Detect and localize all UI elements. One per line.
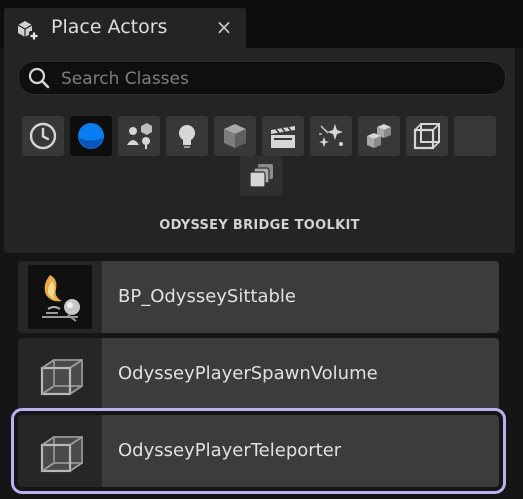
item-thumbnail bbox=[18, 415, 102, 487]
category-geometry[interactable] bbox=[358, 116, 400, 156]
wire-cube-icon bbox=[40, 359, 83, 396]
list-item[interactable]: OdysseyPlayerTeleporter bbox=[11, 408, 506, 494]
blue-sphere-icon bbox=[78, 123, 104, 149]
basic-shapes-icon bbox=[127, 123, 152, 149]
sittable-thumbnail-icon bbox=[28, 265, 92, 329]
close-icon[interactable]: × bbox=[211, 14, 237, 40]
place-actors-icon bbox=[17, 21, 39, 41]
place-actors-panel: ODYSSEY BRIDGE TOOLKIT bbox=[4, 48, 515, 253]
tab-bar: Place Actors × bbox=[0, 0, 523, 48]
clapperboard-icon bbox=[271, 126, 295, 148]
wire-cube-icon bbox=[413, 123, 440, 150]
category-recently-placed[interactable] bbox=[22, 116, 64, 156]
tab-place-actors[interactable]: Place Actors × bbox=[4, 8, 246, 48]
item-thumbnail bbox=[18, 338, 102, 410]
category-volumes[interactable] bbox=[406, 116, 448, 156]
tab-title: Place Actors bbox=[51, 16, 168, 38]
cube-icon bbox=[224, 124, 246, 148]
category-shapes[interactable] bbox=[214, 116, 256, 156]
list-item[interactable]: BP_OdysseySittable bbox=[18, 261, 499, 333]
sparkles-icon bbox=[319, 124, 343, 147]
search-input[interactable] bbox=[59, 62, 493, 96]
clock-icon bbox=[29, 122, 57, 150]
wire-cube-icon bbox=[40, 436, 83, 473]
search-box[interactable] bbox=[18, 61, 506, 96]
category-all-classes[interactable] bbox=[454, 116, 496, 156]
category-basic[interactable] bbox=[118, 116, 160, 156]
stacked-cubes-icon bbox=[367, 124, 391, 148]
category-odyssey-bridge-toolkit[interactable] bbox=[240, 156, 282, 196]
category-cinematic[interactable] bbox=[262, 116, 304, 156]
stacked-frames-icon bbox=[249, 164, 273, 188]
section-title: ODYSSEY BRIDGE TOOLKIT bbox=[159, 218, 360, 233]
search-icon bbox=[28, 67, 50, 89]
category-visual-effects[interactable] bbox=[310, 116, 352, 156]
item-label: OdysseyPlayerSpawnVolume bbox=[118, 363, 378, 384]
lightbulb-icon bbox=[179, 125, 195, 148]
list-item[interactable]: OdysseyPlayerSpawnVolume bbox=[18, 338, 499, 410]
item-thumbnail bbox=[18, 261, 102, 333]
category-lights[interactable] bbox=[166, 116, 208, 156]
item-label: OdysseyPlayerTeleporter bbox=[118, 440, 342, 461]
category-get-started[interactable] bbox=[70, 116, 112, 156]
blank-icon bbox=[459, 120, 491, 152]
item-label: BP_OdysseySittable bbox=[118, 286, 297, 307]
